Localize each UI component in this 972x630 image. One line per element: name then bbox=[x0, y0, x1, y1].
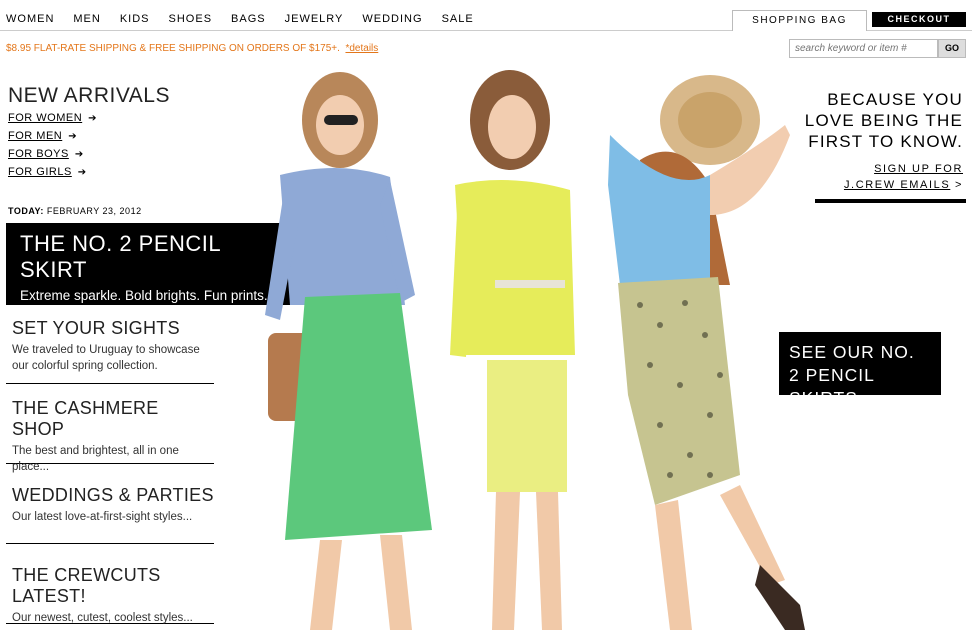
block-text: We traveled to Uruguay to showcase our c… bbox=[12, 344, 200, 372]
arrow-right-icon: ➔ bbox=[88, 113, 98, 124]
nav-jewelry[interactable]: JEWELRY bbox=[285, 13, 344, 25]
nav-men[interactable]: MEN bbox=[73, 13, 100, 25]
link-label: FOR MEN bbox=[8, 130, 63, 142]
promo-details-link[interactable]: *details bbox=[345, 43, 378, 54]
signup-line2: J.CREW EMAILS bbox=[843, 179, 951, 191]
hero-models-photo[interactable] bbox=[240, 65, 810, 630]
model-green-skirt bbox=[265, 72, 432, 630]
search-input[interactable] bbox=[789, 39, 938, 58]
today-label: TODAY: bbox=[8, 206, 44, 216]
cashmere-shop-block[interactable]: THE CASHMERE SHOP The best and brightest… bbox=[6, 398, 214, 473]
model-leopard-skirt bbox=[608, 75, 805, 630]
nav-women[interactable]: WOMEN bbox=[6, 13, 54, 25]
block-title: THE CASHMERE SHOP bbox=[12, 398, 159, 439]
link-label: FOR BOYS bbox=[8, 148, 69, 160]
nav-shoes[interactable]: SHOES bbox=[169, 13, 213, 25]
block-text: Our newest, cutest, coolest styles... bbox=[12, 612, 193, 624]
signup-line1: SIGN UP FOR bbox=[874, 163, 963, 175]
arrow-right-icon: ➔ bbox=[77, 167, 87, 178]
divider bbox=[815, 199, 966, 203]
promo-text: $8.95 FLAT-RATE SHIPPING & FREE SHIPPING… bbox=[6, 43, 340, 54]
shopping-bag-button[interactable]: SHOPPING BAG bbox=[732, 10, 867, 31]
link-label: FOR WOMEN bbox=[8, 112, 83, 124]
see-pencil-skirts-button[interactable]: SEE OUR NO. 2 PENCIL SKIRTS ▶ bbox=[779, 332, 941, 408]
nav-bags[interactable]: BAGS bbox=[231, 13, 266, 25]
block-title: WEDDINGS & PARTIES bbox=[12, 485, 214, 505]
chevron-right-icon: > bbox=[954, 179, 963, 191]
email-signup-headline: BECAUSE YOU LOVE BEING THE FIRST TO KNOW… bbox=[804, 90, 963, 151]
block-title: THE CREWCUTS LATEST! bbox=[12, 565, 161, 606]
top-navigation: WOMEN MEN KIDS SHOES BAGS JEWELRY WEDDIN… bbox=[0, 0, 972, 31]
for-men-link[interactable]: FOR MEN ➔ bbox=[8, 130, 77, 142]
block-title: SET YOUR SIGHTS bbox=[12, 318, 180, 338]
search-go-button[interactable]: GO bbox=[938, 39, 966, 58]
model-yellow-sweater bbox=[450, 70, 575, 630]
email-signup-link[interactable]: SIGN UP FOR J.CREW EMAILS > bbox=[800, 161, 963, 193]
nav-wedding[interactable]: WEDDING bbox=[362, 13, 422, 25]
nav-sale[interactable]: SALE bbox=[442, 13, 474, 25]
play-arrow-icon: ▶ bbox=[863, 393, 874, 407]
shipping-promo: $8.95 FLAT-RATE SHIPPING & FREE SHIPPING… bbox=[6, 43, 378, 54]
arrow-right-icon: ➔ bbox=[74, 149, 84, 160]
for-women-link[interactable]: FOR WOMEN ➔ bbox=[8, 112, 97, 124]
weddings-parties-block[interactable]: WEDDINGS & PARTIES Our latest love-at-fi… bbox=[6, 485, 214, 544]
link-label: FOR GIRLS bbox=[8, 166, 72, 178]
cta-label: SEE OUR NO. 2 PENCIL SKIRTS bbox=[789, 342, 915, 408]
today-value: FEBRUARY 23, 2012 bbox=[46, 206, 142, 216]
new-arrivals-heading: NEW ARRIVALS bbox=[8, 84, 170, 107]
for-boys-link[interactable]: FOR BOYS ➔ bbox=[8, 148, 84, 160]
crewcuts-latest-block[interactable]: THE CREWCUTS LATEST! Our newest, cutest,… bbox=[6, 565, 214, 624]
set-your-sights-block[interactable]: SET YOUR SIGHTS We traveled to Uruguay t… bbox=[6, 318, 214, 384]
block-text: The best and brightest, all in one place… bbox=[12, 445, 179, 473]
checkout-button[interactable]: CHECKOUT bbox=[872, 12, 966, 27]
block-text: Our latest love-at-first-sight styles... bbox=[12, 511, 193, 523]
arrow-right-icon: ➔ bbox=[68, 131, 78, 142]
for-girls-link[interactable]: FOR GIRLS ➔ bbox=[8, 166, 87, 178]
nav-kids[interactable]: KIDS bbox=[120, 13, 150, 25]
today-date: TODAY: FEBRUARY 23, 2012 bbox=[8, 206, 142, 216]
category-menu: WOMEN MEN KIDS SHOES BAGS JEWELRY WEDDIN… bbox=[6, 13, 493, 25]
